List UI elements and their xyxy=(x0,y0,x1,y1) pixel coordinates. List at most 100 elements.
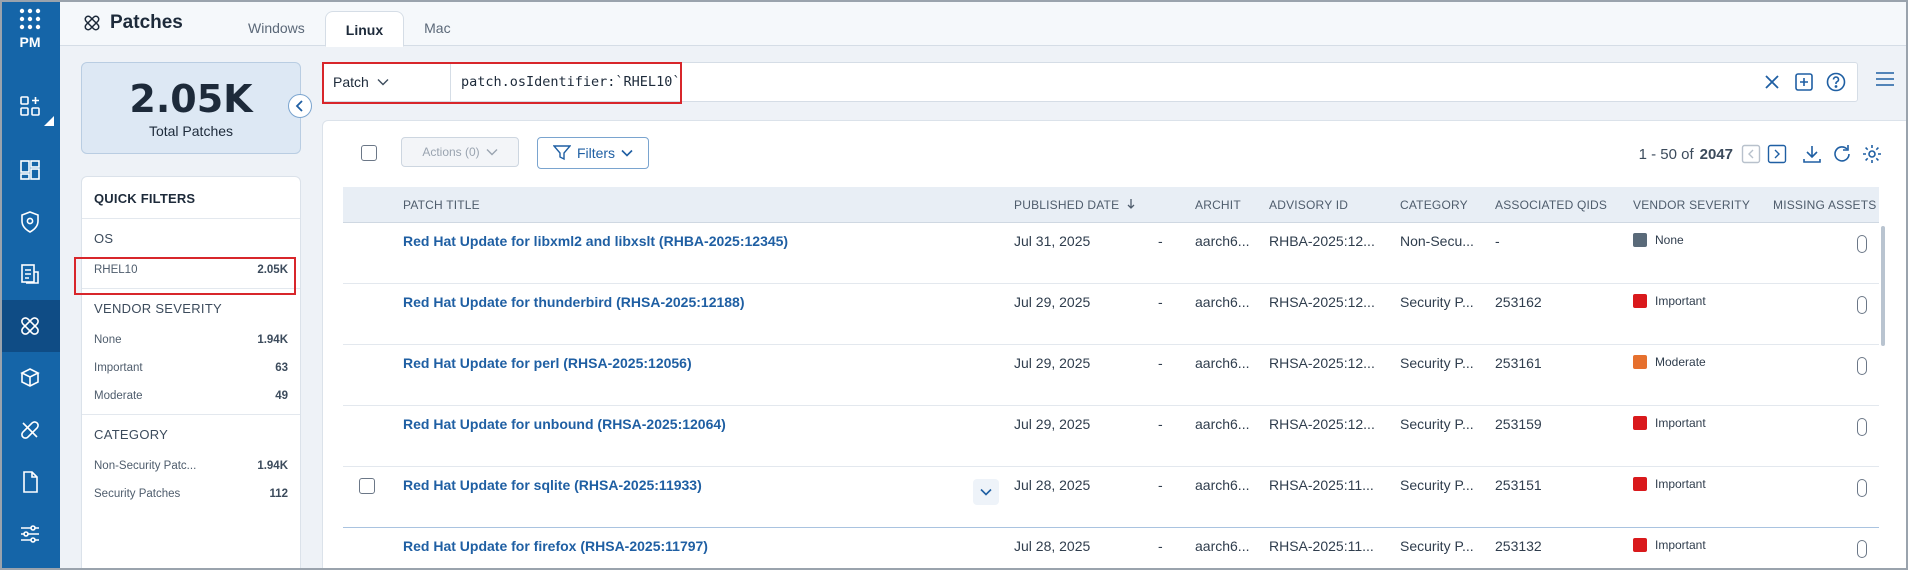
patch-title-link[interactable]: Red Hat Update for libxml2 and libxslt (… xyxy=(403,233,788,249)
table-row[interactable]: Red Hat Update for unbound (RHSA-2025:12… xyxy=(343,406,1879,467)
row-checkbox[interactable] xyxy=(359,478,375,494)
column-vendor-severity[interactable]: VENDOR SEVERITY xyxy=(1633,187,1750,223)
tab-linux[interactable]: Linux xyxy=(324,11,405,47)
refresh-icon[interactable] xyxy=(1831,143,1853,165)
associated-qids: 253159 xyxy=(1495,416,1542,432)
search-type-dropdown[interactable]: Patch xyxy=(323,63,451,101)
category: Security P... xyxy=(1400,477,1474,493)
filter-item-important[interactable]: Important 63 xyxy=(94,354,288,382)
advisory-id: RHSA-2025:12... xyxy=(1269,355,1375,371)
column-label: PUBLISHED DATE xyxy=(1014,198,1120,212)
search-input[interactable]: patch.osIdentifier:`RHEL10` xyxy=(453,63,680,101)
rail-report[interactable] xyxy=(0,248,60,300)
rail-widgets[interactable] xyxy=(0,144,60,196)
advisory-id: RHBA-2025:12... xyxy=(1269,233,1375,249)
next-page-icon[interactable] xyxy=(1767,144,1787,164)
filter-item-label: Security Patches xyxy=(94,488,181,500)
filter-item-count: 49 xyxy=(275,390,288,402)
app-launcher[interactable]: PM xyxy=(0,8,60,68)
advisory-id: RHSA-2025:12... xyxy=(1269,294,1375,310)
vertical-scrollbar[interactable] xyxy=(1881,226,1885,346)
corner-triangle-icon xyxy=(44,116,54,126)
patch-title-link[interactable]: Red Hat Update for perl (RHSA-2025:12056… xyxy=(403,355,692,371)
column-advisory-id[interactable]: ADVISORY ID xyxy=(1269,187,1348,223)
architecture: aarch6... xyxy=(1195,477,1250,493)
rail-dashboard-add[interactable] xyxy=(0,80,60,132)
filter-item-security[interactable]: Security Patches 112 xyxy=(94,480,288,508)
top-header: Patches Windows Linux Mac xyxy=(60,0,1908,47)
rail-settings[interactable] xyxy=(0,508,60,560)
filter-item-rhel10[interactable]: RHEL10 2.05K xyxy=(94,256,288,284)
page-title: Patches xyxy=(82,12,183,34)
table-row[interactable]: Red Hat Update for perl (RHSA-2025:12056… xyxy=(343,345,1879,406)
associated-qids: 253132 xyxy=(1495,538,1542,554)
column-published-date[interactable]: PUBLISHED DATE xyxy=(1014,187,1135,223)
filter-item-non-security[interactable]: Non-Security Patc... 1.94K xyxy=(94,452,288,480)
hamburger-menu-icon[interactable] xyxy=(1874,70,1896,88)
app-short-name: PM xyxy=(19,34,41,50)
column-architecture[interactable]: ARCHIT xyxy=(1195,187,1241,223)
severity-label: Important xyxy=(1655,538,1706,552)
rail-package[interactable] xyxy=(0,352,60,404)
download-icon[interactable] xyxy=(1801,143,1823,165)
actions-label: Actions (0) xyxy=(422,145,480,159)
left-rail: PM xyxy=(0,0,60,570)
rail-document[interactable] xyxy=(0,456,60,508)
add-box-icon[interactable] xyxy=(1793,71,1815,93)
prev-page-icon[interactable] xyxy=(1741,144,1761,164)
advisory-id: RHSA-2025:11... xyxy=(1269,477,1374,493)
filter-item-count: 1.94K xyxy=(257,334,288,346)
help-icon[interactable] xyxy=(1825,71,1847,93)
vendor-severity: Important xyxy=(1633,538,1706,552)
patches-table-panel: Actions (0) Filters 1 - 50 of 2047 PATCH… xyxy=(322,120,1908,570)
search-bar: Patch patch.osIdentifier:`RHEL10` xyxy=(322,62,1858,102)
missing-assets-indicator xyxy=(1857,235,1867,253)
filters-button[interactable]: Filters xyxy=(537,137,649,169)
architecture: aarch6... xyxy=(1195,294,1250,310)
total-patches-card: 2.05K Total Patches xyxy=(81,62,301,154)
filter-section-title: OS xyxy=(94,231,114,246)
table-row[interactable]: Red Hat Update for thunderbird (RHSA-202… xyxy=(343,284,1879,345)
column-missing-assets[interactable]: MISSING ASSETS xyxy=(1773,187,1877,223)
filter-item-none[interactable]: None 1.94K xyxy=(94,326,288,354)
table-toolbar: Actions (0) Filters 1 - 50 of 2047 xyxy=(323,121,1907,187)
filter-section-title: CATEGORY xyxy=(94,427,169,442)
patch-title-link[interactable]: Red Hat Update for firefox (RHSA-2025:11… xyxy=(403,538,708,554)
select-all-checkbox[interactable] xyxy=(361,145,377,161)
missing-assets xyxy=(1857,479,1867,497)
filter-section-category: CATEGORY Non-Security Patc... 1.94K Secu… xyxy=(82,415,300,512)
filter-item-moderate[interactable]: Moderate 49 xyxy=(94,382,288,410)
missing-assets xyxy=(1857,235,1867,253)
associated-qids: 253162 xyxy=(1495,294,1542,310)
column-category[interactable]: CATEGORY xyxy=(1400,187,1468,223)
clear-icon[interactable] xyxy=(1761,71,1783,93)
tab-windows[interactable]: Windows xyxy=(228,10,325,46)
patch-title-link[interactable]: Red Hat Update for thunderbird (RHSA-202… xyxy=(403,294,745,310)
collapse-panel-button[interactable] xyxy=(288,94,312,118)
severity-swatch xyxy=(1633,538,1647,552)
architecture: aarch6... xyxy=(1195,538,1250,554)
column-associated-qids[interactable]: ASSOCIATED QIDS xyxy=(1495,187,1607,223)
filter-item-count: 2.05K xyxy=(257,264,288,276)
patch-title-link[interactable]: Red Hat Update for unbound (RHSA-2025:12… xyxy=(403,416,726,432)
severity-label: Moderate xyxy=(1655,355,1706,369)
widgets-icon xyxy=(20,160,40,180)
actions-button[interactable]: Actions (0) xyxy=(401,137,519,167)
rail-shield[interactable] xyxy=(0,196,60,248)
patch-title-link[interactable]: Red Hat Update for sqlite (RHSA-2025:119… xyxy=(403,477,702,493)
search-type-value: Patch xyxy=(333,74,369,90)
tab-mac[interactable]: Mac xyxy=(404,10,470,46)
report-icon xyxy=(21,264,39,284)
total-patches-label: Total Patches xyxy=(148,123,234,139)
table-row[interactable]: Red Hat Update for sqlite (RHSA-2025:119… xyxy=(343,467,1879,528)
gear-icon[interactable] xyxy=(1861,143,1883,165)
missing-assets-indicator xyxy=(1857,357,1867,375)
rail-tools[interactable] xyxy=(0,404,60,456)
published-date: Jul 29, 2025 xyxy=(1014,294,1091,310)
column-patch-title[interactable]: PATCH TITLE xyxy=(403,187,480,223)
table-row[interactable]: Red Hat Update for libxml2 and libxslt (… xyxy=(343,223,1879,284)
expand-row-button[interactable] xyxy=(973,479,999,505)
quick-filters-panel: QUICK FILTERS OS RHEL10 2.05K VENDOR SEV… xyxy=(81,176,301,570)
rail-patches[interactable] xyxy=(0,300,60,352)
table-row[interactable]: Red Hat Update for firefox (RHSA-2025:11… xyxy=(343,528,1879,570)
